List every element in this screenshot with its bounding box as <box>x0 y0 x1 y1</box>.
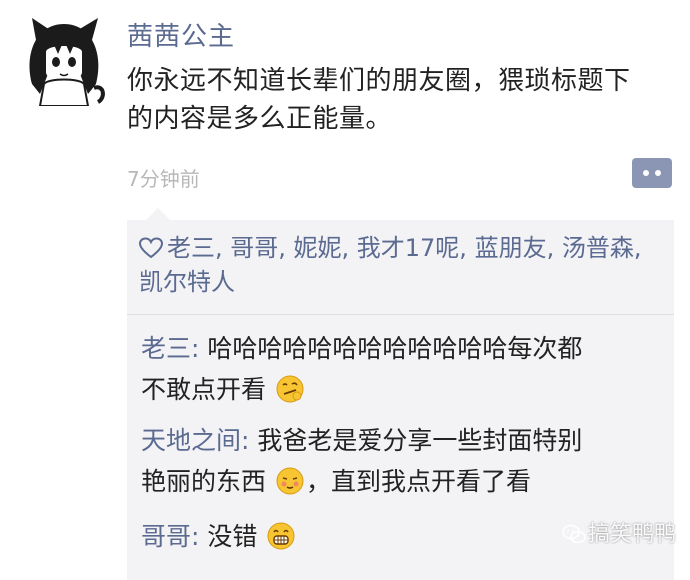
shy-face-emoji-icon <box>276 467 304 495</box>
dot-icon <box>655 170 661 176</box>
comment-item: 老三: 哈哈哈哈哈哈哈哈哈哈哈哈每次都 不敢点开看 <box>141 328 661 410</box>
heart-outline-icon <box>139 237 163 259</box>
comment-separator: : <box>191 334 208 363</box>
comment-author[interactable]: 天地之间 <box>141 426 241 455</box>
likes-row: 老三, 哥哥, 妮妮, 我才17呢, 蓝朋友, 汤普森, 凯尔特人 <box>139 231 664 299</box>
comment-text: 我爸老是爱分享一些封面特别 <box>257 426 583 455</box>
comment-text: ，直到我点开看了看 <box>305 467 531 496</box>
likes-names[interactable]: 老三, 哥哥, 妮妮, 我才17呢, 蓝朋友, 汤普森, 凯尔特人 <box>139 234 641 296</box>
comment-line: 艳丽的东西 ，直到我点开看了看 <box>141 461 661 502</box>
avatar-cat-girl-image <box>29 18 105 107</box>
comment-author[interactable]: 哥哥 <box>141 522 191 551</box>
post-text-line: 的内容是多么正能量。 <box>127 104 393 134</box>
comment-text: 没错 <box>207 522 258 551</box>
comment-text: 不敢点开看 <box>141 375 267 404</box>
comment-item: 天地之间: 我爸老是爱分享一些封面特别 艳丽的东西 ，直到我点开看了看 <box>141 420 661 502</box>
comment-line: 不敢点开看 <box>141 369 661 410</box>
wechat-icon <box>562 524 586 544</box>
avatar[interactable] <box>18 14 110 107</box>
watermark: 搞笑鸭鸭 <box>562 516 676 548</box>
comment-line: 老三: 哈哈哈哈哈哈哈哈哈哈哈哈每次都 <box>141 328 661 369</box>
dot-icon <box>643 170 649 176</box>
post-text: 你永远不知道长辈们的朋友圈，猥琐标题下 的内容是多么正能量。 <box>127 62 675 138</box>
comment-separator: : <box>241 426 258 455</box>
comment-text: 哈哈哈哈哈哈哈哈哈哈哈哈每次都 <box>207 334 583 363</box>
comments-caret <box>146 208 170 220</box>
grin-face-emoji-icon <box>267 522 295 550</box>
smirk-face-emoji-icon <box>276 375 304 403</box>
more-actions-button[interactable] <box>632 158 672 188</box>
comment-text: 艳丽的东西 <box>141 467 267 496</box>
post-timestamp: 7分钟前 <box>127 167 200 191</box>
post-text-line: 你永远不知道长辈们的朋友圈，猥琐标题下 <box>127 66 631 96</box>
watermark-text: 搞笑鸭鸭 <box>588 522 677 547</box>
comment-author[interactable]: 老三 <box>141 334 191 363</box>
poster-name[interactable]: 茜茜公主 <box>127 16 235 53</box>
comment-separator: : <box>191 522 208 551</box>
likes-divider <box>127 314 674 315</box>
comment-line: 天地之间: 我爸老是爱分享一些封面特别 <box>141 420 661 461</box>
